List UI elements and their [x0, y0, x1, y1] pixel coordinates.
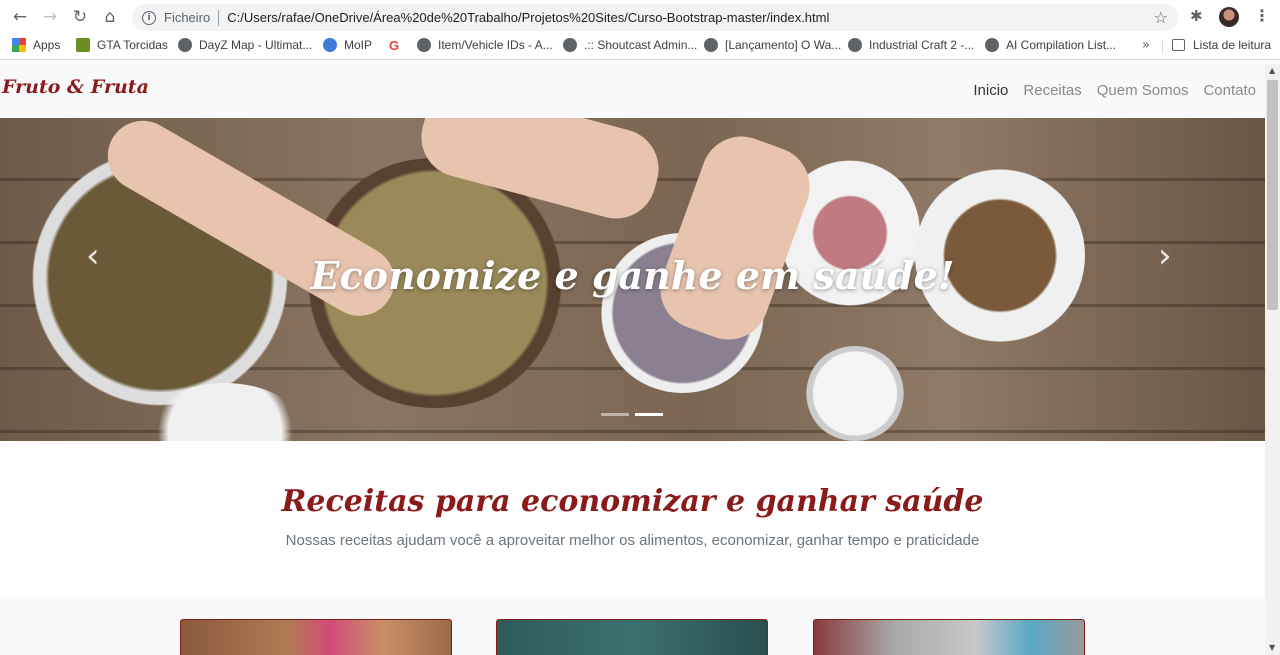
bookmark-moip[interactable]: MoIP [323, 38, 372, 52]
globe-icon [178, 38, 192, 52]
bookmark-label: Apps [33, 38, 61, 52]
reload-icon[interactable]: ↻ [68, 6, 92, 28]
bookmark-lancamento[interactable]: [Lançamento] O Wa... [704, 38, 841, 52]
globe-icon [417, 38, 431, 52]
more-bookmarks-chevron-icon[interactable]: » [1142, 38, 1150, 53]
browser-toolbar: ← → ↻ ⌂ i Ficheiro C:/Users/rafae/OneDri… [0, 0, 1280, 34]
recipe-card-image[interactable] [496, 619, 768, 655]
globe-icon [985, 38, 999, 52]
back-icon[interactable]: ← [8, 6, 32, 28]
carousel-indicators [601, 413, 663, 416]
nav-link-inicio[interactable]: Inicio [973, 82, 1008, 99]
home-icon[interactable]: ⌂ [98, 6, 122, 28]
scroll-up-arrow-icon[interactable]: ▲ [1269, 66, 1275, 75]
apps-grid-icon [12, 38, 26, 52]
gta-icon [76, 38, 90, 52]
bookmark-label: .:: Shoutcast Admin... [584, 38, 698, 52]
nav-link-contato[interactable]: Contato [1203, 82, 1256, 99]
nav-link-quem-somos[interactable]: Quem Somos [1097, 82, 1189, 99]
page-viewport: Fruto & Fruta Inicio Receitas Quem Somos… [0, 64, 1265, 655]
bookmark-label: MoIP [344, 38, 373, 52]
brand-logo[interactable]: Fruto & Fruta [2, 76, 149, 98]
site-navbar: Fruto & Fruta Inicio Receitas Quem Somos… [0, 64, 1265, 118]
google-icon: G [389, 38, 400, 53]
url-text[interactable]: C:/Users/rafae/OneDrive/Área%20de%20Trab… [227, 10, 829, 25]
bookmark-label: DayZ Map - Ultimat... [199, 38, 313, 52]
bookmark-dayz-map[interactable]: DayZ Map - Ultimat... [178, 38, 312, 52]
carousel-next-chevron-icon[interactable]: › [1158, 236, 1172, 276]
bookmarks-bar: Apps GTA Torcidas DayZ Map - Ultimat... … [0, 34, 1280, 60]
bookmark-apps[interactable]: Apps [12, 38, 60, 52]
address-bar[interactable]: i Ficheiro C:/Users/rafae/OneDrive/Área%… [132, 4, 1178, 31]
hero-caption: Economize e ganhe em saúde! [310, 253, 955, 298]
bookmark-star-icon[interactable]: ☆ [1154, 8, 1168, 27]
omnibox-divider [218, 9, 220, 26]
reading-list-icon [1172, 39, 1185, 51]
cup-image [805, 346, 905, 441]
recipe-card-image[interactable] [180, 619, 452, 655]
hero-carousel: Economize e ganhe em saúde! ‹ › [0, 118, 1265, 441]
bookmark-gta-torcidas[interactable]: GTA Torcidas [76, 38, 168, 52]
moip-icon [323, 38, 337, 52]
bookmark-label: AI Compilation List... [1006, 38, 1117, 52]
page-scrollbar[interactable]: ▲ ▼ [1265, 64, 1280, 655]
carousel-indicator-2[interactable] [635, 413, 663, 416]
browser-menu-icon[interactable]: ⋮ [1254, 6, 1270, 25]
bookmark-industrial-craft[interactable]: Industrial Craft 2 -... [848, 38, 974, 52]
globe-icon [848, 38, 862, 52]
scrollbar-thumb[interactable] [1267, 80, 1278, 310]
section-subtitle: Nossas receitas ajudam você a aproveitar… [285, 532, 980, 549]
recipe-cards-section [0, 597, 1265, 655]
nav-link-receitas[interactable]: Receitas [1023, 82, 1081, 99]
carousel-indicator-1[interactable] [601, 413, 629, 416]
globe-icon [563, 38, 577, 52]
bookmark-item-vehicle-ids[interactable]: Item/Vehicle IDs - A... [417, 38, 553, 52]
carousel-prev-chevron-icon[interactable]: ‹ [86, 236, 100, 276]
extensions-puzzle-icon[interactable]: ✱ [1190, 7, 1208, 25]
bookmark-google[interactable]: G [389, 38, 406, 53]
site-info-icon[interactable]: i [142, 10, 156, 25]
globe-icon [704, 38, 718, 52]
scheme-label: Ficheiro [164, 10, 211, 25]
bookmark-shoutcast[interactable]: .:: Shoutcast Admin... [563, 38, 697, 52]
scroll-down-arrow-icon[interactable]: ▼ [1269, 643, 1275, 652]
profile-avatar[interactable] [1219, 7, 1239, 27]
bookmarks-divider [1162, 40, 1163, 54]
bookmark-label: Item/Vehicle IDs - A... [438, 38, 553, 52]
section-title: Receitas para economizar e ganhar saúde [281, 484, 984, 519]
bookmark-ai-compilation[interactable]: AI Compilation List... [985, 38, 1116, 52]
bookmark-label: [Lançamento] O Wa... [725, 38, 842, 52]
bookmark-label: GTA Torcidas [97, 38, 168, 52]
nav-menu: Inicio Receitas Quem Somos Contato [973, 82, 1256, 99]
forward-icon[interactable]: → [38, 6, 62, 28]
reading-list-button[interactable]: Lista de leitura [1172, 38, 1271, 52]
reading-list-label: Lista de leitura [1193, 38, 1272, 52]
bookmark-label: Industrial Craft 2 -... [869, 38, 975, 52]
recipe-card-image[interactable] [813, 619, 1085, 655]
